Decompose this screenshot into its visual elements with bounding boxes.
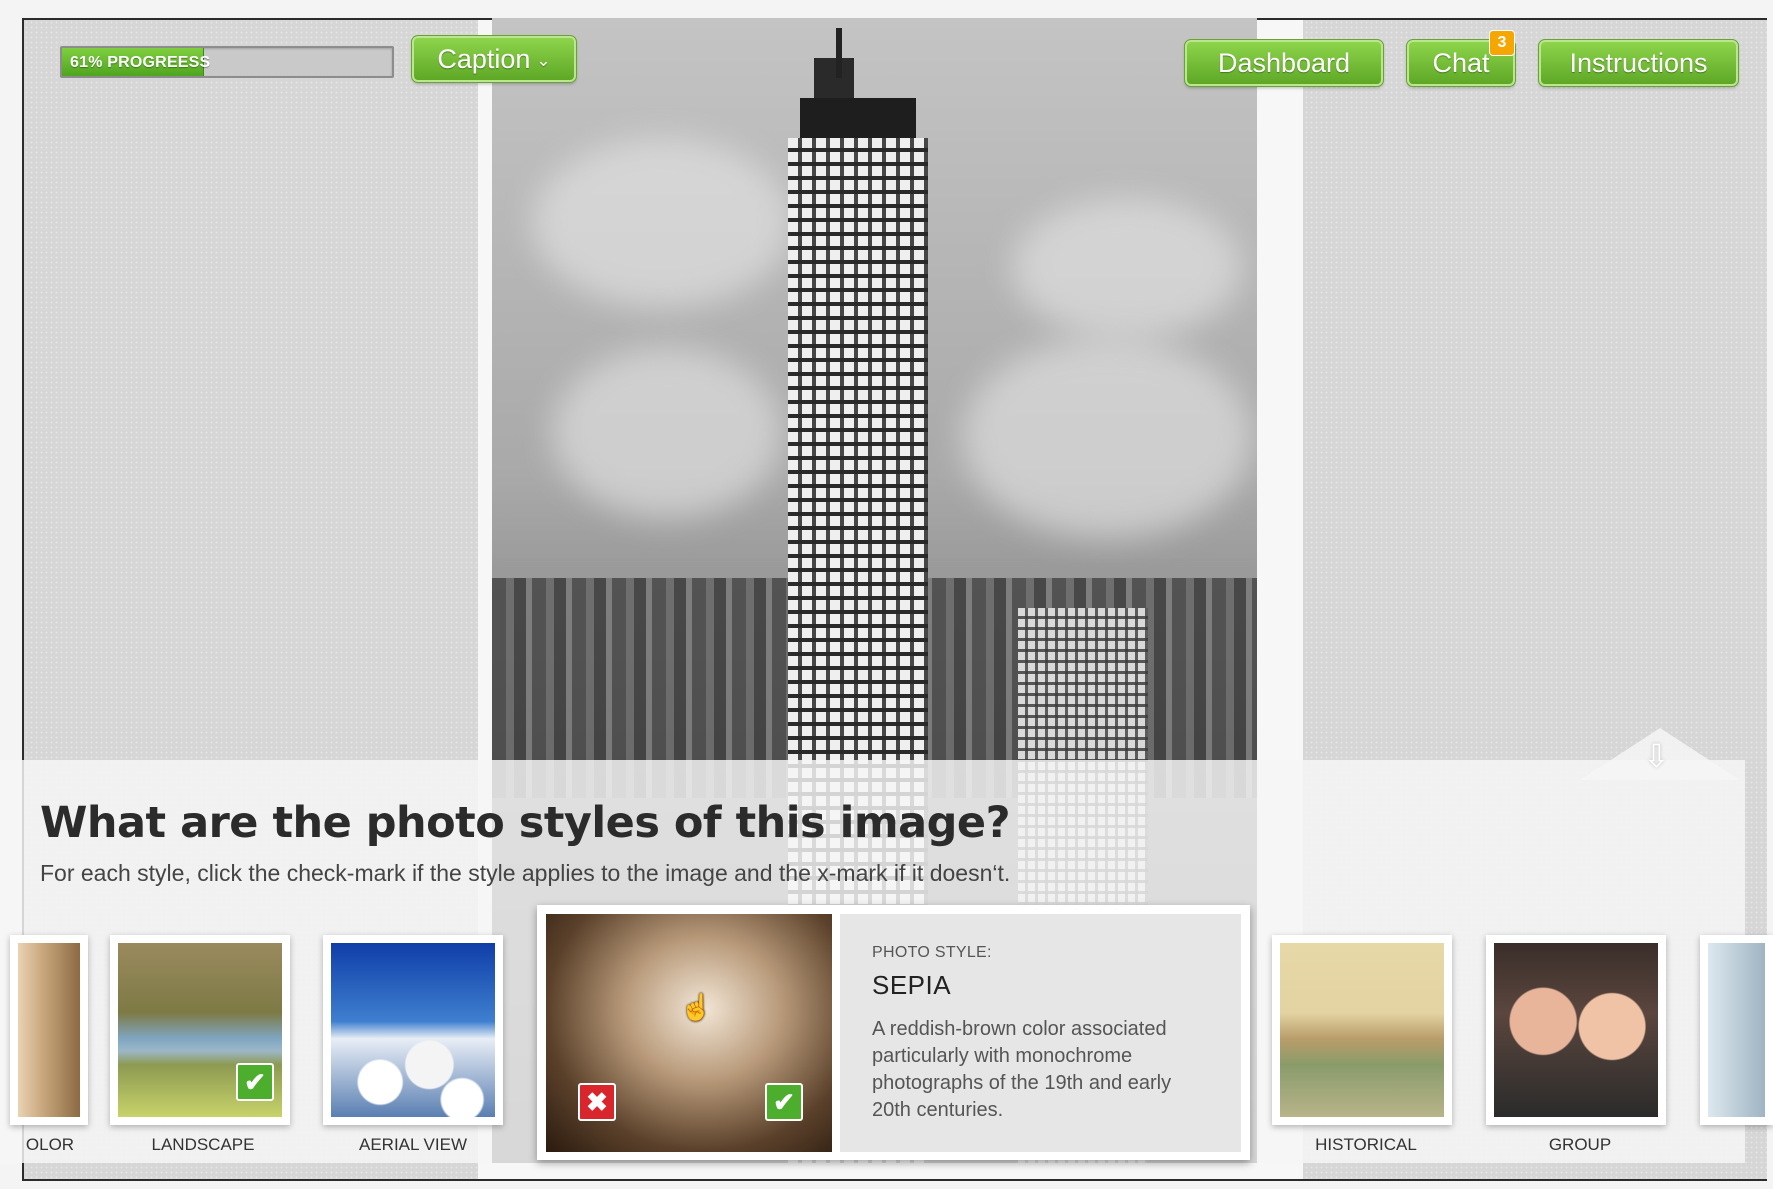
style-info: PHOTO STYLE: SEPIA A reddish-brown color… <box>840 914 1241 1152</box>
progress-label: 61% PROGREESS <box>70 54 211 71</box>
chevron-down-icon: ⌄ <box>536 50 551 70</box>
question-title: What are the photo styles of this image? <box>40 798 1011 848</box>
style-name: SEPIA <box>872 970 952 1000</box>
style-thumb-landscape: ✔ <box>118 943 282 1117</box>
style-label-aerial-view: AERIAL VIEW <box>358 1135 467 1154</box>
style-description: A reddish-brown color associated particu… <box>872 1018 1172 1121</box>
style-thumb-historical <box>1280 943 1444 1117</box>
style-card-aerial-view[interactable] <box>323 935 503 1125</box>
style-card-landscape[interactable]: ✔ <box>110 935 290 1125</box>
chat-label: Chat <box>1432 48 1490 78</box>
style-label-group: GROUP <box>1548 1135 1612 1154</box>
style-card-historical[interactable] <box>1272 935 1452 1125</box>
style-label-landscape: LANDSCAPE <box>151 1135 255 1154</box>
style-card-next[interactable] <box>1700 935 1773 1125</box>
dashboard-button[interactable]: Dashboard <box>1184 39 1384 87</box>
style-thumb-color <box>18 943 80 1117</box>
style-label-historical: HISTORICAL <box>1315 1135 1417 1154</box>
style-card-sepia-expanded[interactable]: ✖ ✔ PHOTO STYLE: SEPIA A reddish-brown c… <box>537 905 1250 1160</box>
landscape-check-icon[interactable]: ✔ <box>236 1063 274 1101</box>
chat-badge: 3 <box>1489 30 1515 56</box>
down-arrow-icon[interactable]: ⇩ <box>1643 740 1670 772</box>
style-card-color[interactable] <box>10 935 88 1125</box>
checkmark-icon[interactable]: ✔ <box>765 1083 803 1121</box>
style-thumb-group <box>1494 943 1658 1117</box>
caption-label: Caption <box>437 44 531 74</box>
x-mark-icon[interactable]: ✖ <box>578 1083 616 1121</box>
dashboard-label: Dashboard <box>1217 48 1351 78</box>
instructions-label: Instructions <box>1569 48 1708 78</box>
style-thumb-aerial-view <box>331 943 495 1117</box>
caption-dropdown[interactable]: Caption ⌄ <box>411 35 577 83</box>
hand-cursor-icon: ☝ <box>680 992 713 1022</box>
progress-bar: 61% PROGREESS <box>60 46 394 78</box>
style-thumb-next <box>1708 943 1765 1117</box>
question-instructions: For each style, click the check-mark if … <box>40 860 1011 886</box>
style-thumb-sepia: ✖ ✔ <box>546 914 832 1152</box>
style-kicker: PHOTO STYLE: <box>872 944 992 961</box>
instructions-button[interactable]: Instructions <box>1538 39 1739 87</box>
style-card-group[interactable] <box>1486 935 1666 1125</box>
